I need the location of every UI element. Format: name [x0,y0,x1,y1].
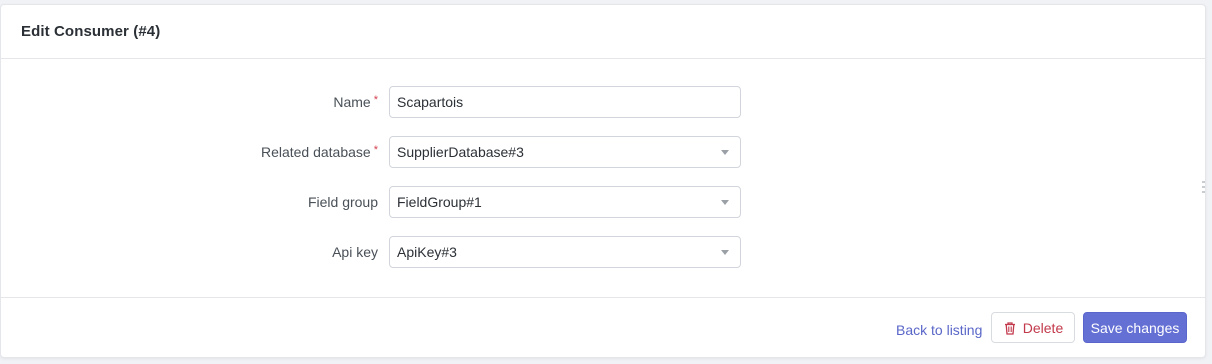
related-database-label: Related database * [261,136,378,168]
resize-handle[interactable] [1202,181,1205,193]
api-key-label: Api key [332,244,378,260]
save-changes-button[interactable]: Save changes [1083,312,1187,343]
api-key-select[interactable]: ApiKey#3 [389,236,741,268]
api-key-value: ApiKey#3 [397,244,457,260]
field-group-value: FieldGroup#1 [397,194,482,210]
name-label-text: Name [333,94,371,110]
card-footer: Back to listing Delete Save changes [1,298,1205,357]
form-row-field-group: Field group FieldGroup#1 [1,186,1205,218]
related-database-value: SupplierDatabase#3 [397,144,524,160]
related-database-select[interactable]: SupplierDatabase#3 [389,136,741,168]
field-group-label: Field group [307,194,378,210]
caret-down-icon [721,149,729,155]
delete-button[interactable]: Delete [991,312,1075,343]
card-header: Edit Consumer (#4) [1,5,1205,59]
caret-down-icon [721,249,729,255]
form-row-related-database: Related database * SupplierDatabase#3 [1,136,1205,168]
related-database-label-text: Related database [260,144,371,160]
name-input[interactable] [389,86,741,118]
page-title: Edit Consumer (#4) [21,23,161,40]
form-row-api-key: Api key ApiKey#3 [1,236,1205,268]
caret-down-icon [721,199,729,205]
delete-label: Delete [1022,319,1064,336]
form-row-name: Name * [1,86,1205,118]
required-mark: * [373,144,378,156]
required-mark: * [373,94,378,106]
field-group-select[interactable]: FieldGroup#1 [389,186,741,218]
name-label: Name * [333,86,378,118]
consumer-form: Name* Related database* SupplierDatabase… [1,59,1205,298]
edit-consumer-card: Edit Consumer (#4) Name* Related databas… [0,4,1206,358]
back-to-listing-link[interactable]: Back to listing [896,322,982,338]
trash-icon [1004,321,1015,335]
